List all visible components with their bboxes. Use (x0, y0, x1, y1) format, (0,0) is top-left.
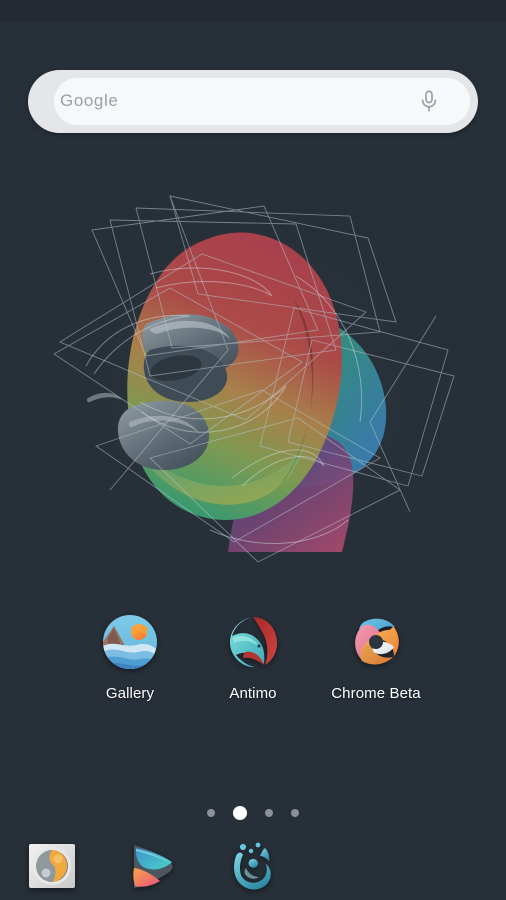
page-dot-4[interactable] (291, 809, 299, 817)
app-item-chrome-beta[interactable]: Chrome Beta (324, 612, 428, 717)
page-indicator[interactable] (0, 806, 506, 820)
wallpaper-art (53, 195, 455, 565)
app-label-chrome-beta: Chrome Beta (331, 685, 421, 702)
app-label-antimo: Antimo (229, 685, 277, 702)
antimo-icon[interactable] (223, 612, 283, 672)
home-screen: Gallery Antimo (0, 0, 506, 900)
page-dot-3[interactable] (265, 809, 273, 817)
gallery-icon[interactable] (100, 612, 160, 672)
dock-item-media-player[interactable] (122, 838, 182, 896)
page-dot-1[interactable] (207, 809, 215, 817)
search-input[interactable] (60, 84, 380, 118)
water-splash-icon[interactable] (222, 838, 282, 896)
app-label-gallery: Gallery (105, 685, 155, 702)
app-grid: Gallery Antimo Chrome Beta (78, 612, 428, 717)
page-dot-2[interactable] (233, 806, 247, 820)
dock-item-water-splash[interactable] (222, 838, 282, 896)
media-player-icon[interactable] (122, 838, 182, 896)
chrome-beta-icon[interactable] (346, 612, 406, 672)
app-item-antimo[interactable]: Antimo (201, 612, 305, 717)
dock: UZZF .com 东坡下载 (0, 832, 506, 900)
dock-item-settings[interactable] (22, 838, 82, 896)
settings-yin-yang-icon[interactable] (22, 838, 82, 896)
microphone-icon[interactable] (414, 86, 444, 116)
app-item-gallery[interactable]: Gallery (78, 612, 182, 717)
status-bar (0, 0, 506, 22)
